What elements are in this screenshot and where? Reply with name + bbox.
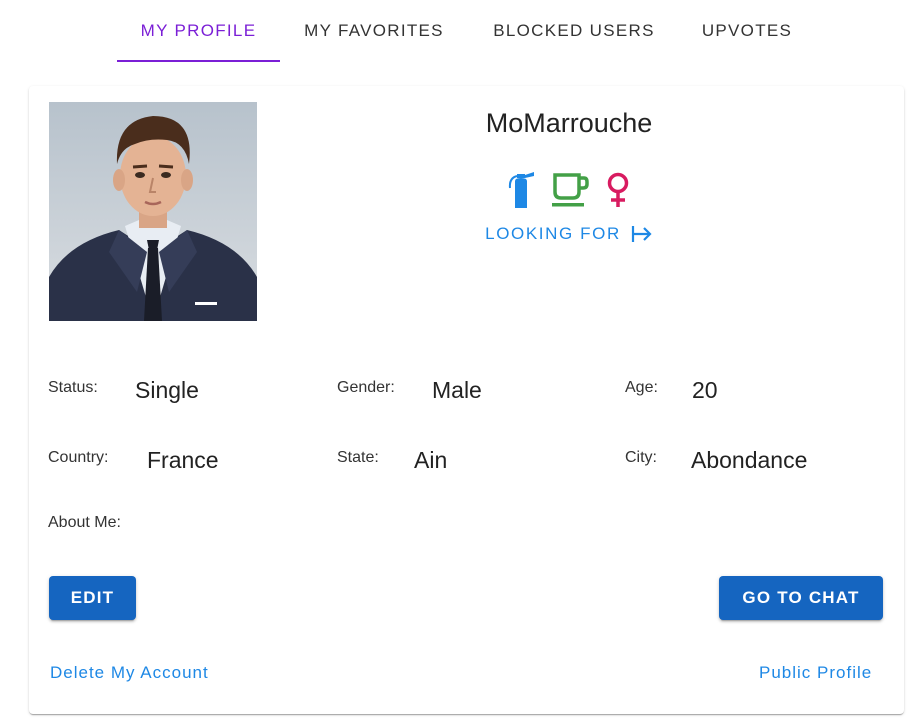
profile-card: MoMarrouche LOOKING FOR Status: Single G… [29, 86, 904, 714]
country-value: France [147, 447, 219, 473]
tab-blocked-users[interactable]: BLOCKED USERS [472, 0, 676, 62]
coffee-cup-icon [550, 172, 590, 208]
status-value: Single [135, 377, 199, 403]
arrow-right-to-bar-icon [631, 224, 653, 244]
country-label: Country: [48, 449, 109, 466]
delete-account-link[interactable]: Delete My Account [50, 663, 209, 683]
go-to-chat-button[interactable]: GO TO CHAT [719, 576, 883, 620]
public-profile-link[interactable]: Public Profile [759, 663, 872, 683]
tab-my-favorites[interactable]: MY FAVORITES [286, 0, 462, 62]
gender-label: Gender: [337, 379, 395, 396]
tab-my-profile[interactable]: MY PROFILE [117, 0, 280, 62]
city-label: City: [625, 449, 657, 466]
avatar-illustration [49, 102, 257, 321]
state-value: Ain [414, 447, 448, 473]
active-tab-indicator [117, 60, 280, 62]
looking-for-button[interactable]: LOOKING FOR [319, 224, 819, 244]
about-me-label: About Me: [48, 514, 121, 531]
profile-tabs: MY PROFILE MY FAVORITES BLOCKED USERS UP… [0, 0, 922, 62]
city-value: Abondance [691, 447, 808, 473]
avatar [49, 102, 257, 321]
profile-icons [319, 170, 819, 208]
tab-upvotes[interactable]: UPVOTES [686, 0, 808, 62]
status-label: Status: [48, 379, 98, 396]
state-label: State: [337, 449, 379, 466]
age-label: Age: [625, 379, 658, 396]
edit-button[interactable]: EDIT [49, 576, 136, 620]
age-value: 20 [692, 377, 718, 403]
gender-value: Male [432, 377, 482, 403]
fire-extinguisher-icon [506, 170, 536, 208]
female-symbol-icon [604, 172, 632, 208]
profile-username: MoMarrouche [485, 108, 653, 138]
looking-for-label: LOOKING FOR [485, 224, 621, 243]
